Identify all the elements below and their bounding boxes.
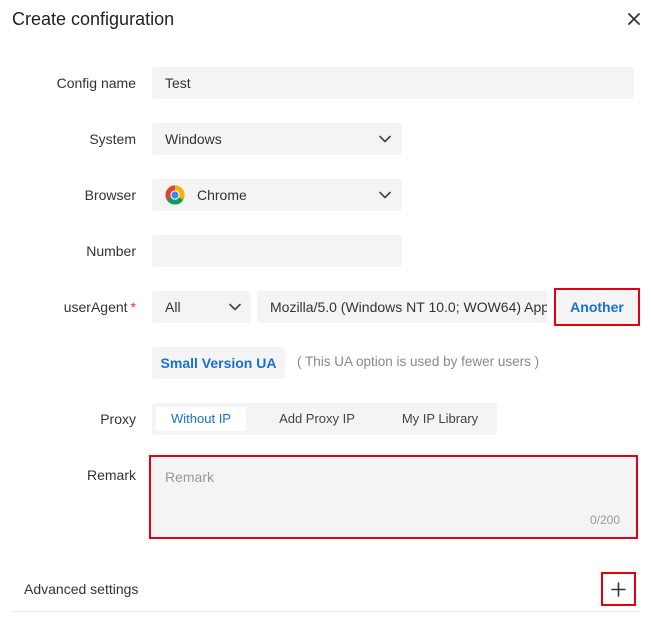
another-ua-button[interactable]: Another bbox=[554, 288, 640, 326]
remark-char-counter: 0/200 bbox=[589, 513, 620, 527]
required-mark: * bbox=[130, 299, 136, 315]
proxy-segmented-control: Without IP Add Proxy IP My IP Library bbox=[152, 403, 497, 435]
user-agent-label-text: userAgent bbox=[63, 299, 128, 315]
dialog-title: Create configuration bbox=[12, 9, 175, 29]
browser-value: Chrome bbox=[197, 187, 247, 203]
browser-select[interactable]: Chrome bbox=[152, 179, 402, 211]
plus-icon bbox=[611, 582, 626, 597]
user-agent-label: userAgent * bbox=[0, 299, 136, 315]
config-name-value: Test bbox=[165, 75, 191, 91]
user-agent-input[interactable]: Mozilla/5.0 (Windows NT 10.0; WOW64) App… bbox=[257, 291, 547, 323]
remark-placeholder: Remark bbox=[165, 469, 215, 485]
number-input[interactable] bbox=[152, 235, 402, 267]
remark-textarea[interactable]: Remark 0/200 bbox=[149, 455, 638, 539]
proxy-label: Proxy bbox=[100, 411, 136, 427]
number-label: Number bbox=[86, 243, 136, 259]
system-select[interactable]: Windows bbox=[152, 123, 402, 155]
ua-filter-select[interactable]: All bbox=[152, 291, 251, 323]
remark-label: Remark bbox=[86, 467, 136, 483]
divider bbox=[12, 611, 640, 612]
browser-label: Browser bbox=[84, 187, 136, 203]
chrome-icon bbox=[165, 185, 185, 205]
config-name-input[interactable]: Test bbox=[152, 67, 634, 99]
proxy-option-without-ip[interactable]: Without IP bbox=[156, 407, 246, 431]
chevron-down-icon bbox=[379, 191, 391, 199]
system-label: System bbox=[89, 131, 136, 147]
small-version-ua-button[interactable]: Small Version UA bbox=[152, 347, 285, 379]
chevron-down-icon bbox=[229, 303, 241, 311]
advanced-settings-toggle[interactable] bbox=[601, 572, 636, 606]
close-icon[interactable] bbox=[624, 9, 644, 29]
chevron-down-icon bbox=[379, 135, 391, 143]
system-value: Windows bbox=[165, 131, 222, 147]
config-name-label: Config name bbox=[56, 75, 136, 91]
user-agent-value: Mozilla/5.0 (Windows NT 10.0; WOW64) App… bbox=[270, 299, 547, 315]
advanced-settings-label: Advanced settings bbox=[24, 581, 139, 597]
dialog-header: Create configuration bbox=[0, 0, 652, 40]
small-ua-hint: ( This UA option is used by fewer users … bbox=[297, 354, 540, 369]
ua-filter-value: All bbox=[165, 299, 181, 315]
proxy-option-add-proxy-ip[interactable]: Add Proxy IP bbox=[268, 407, 366, 431]
proxy-option-my-ip-library[interactable]: My IP Library bbox=[388, 407, 492, 431]
